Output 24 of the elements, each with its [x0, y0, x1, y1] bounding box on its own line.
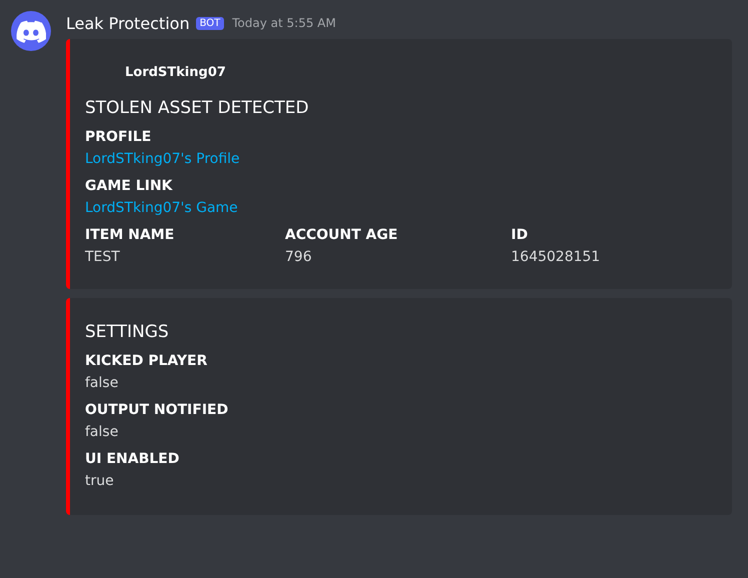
timestamp: Today at 5:55 AM: [232, 16, 336, 30]
field-value: true: [85, 472, 115, 491]
field-name: ACCOUNT AGE: [285, 226, 399, 244]
avatar[interactable]: [11, 11, 51, 51]
bot-tag: BOT: [196, 16, 224, 30]
author-name[interactable]: Leak Protection: [66, 14, 190, 32]
field-name: UI ENABLED: [85, 450, 180, 468]
game-controller-icon: [16, 19, 46, 43]
field-value: false: [85, 374, 120, 393]
field-name: ID: [511, 226, 529, 244]
field-name: GAME LINK: [85, 177, 174, 195]
embed-author: LordSTking07: [124, 65, 227, 80]
field-name: OUTPUT NOTIFIED: [85, 401, 230, 419]
field-name: KICKED PLAYER: [85, 352, 208, 370]
field-value: false: [85, 423, 120, 442]
field-value: 796: [285, 248, 313, 267]
field-name: ITEM NAME: [85, 226, 176, 244]
field-link[interactable]: LordSTking07's Game: [85, 198, 716, 218]
field-value: 1645028151: [511, 248, 602, 267]
embed-title: SETTINGS: [85, 322, 170, 342]
field-link[interactable]: LordSTking07's Profile: [85, 149, 716, 169]
field-name: PROFILE: [85, 128, 152, 146]
embed-title: STOLEN ASSET DETECTED: [85, 98, 310, 118]
field-value: TEST: [85, 248, 121, 267]
